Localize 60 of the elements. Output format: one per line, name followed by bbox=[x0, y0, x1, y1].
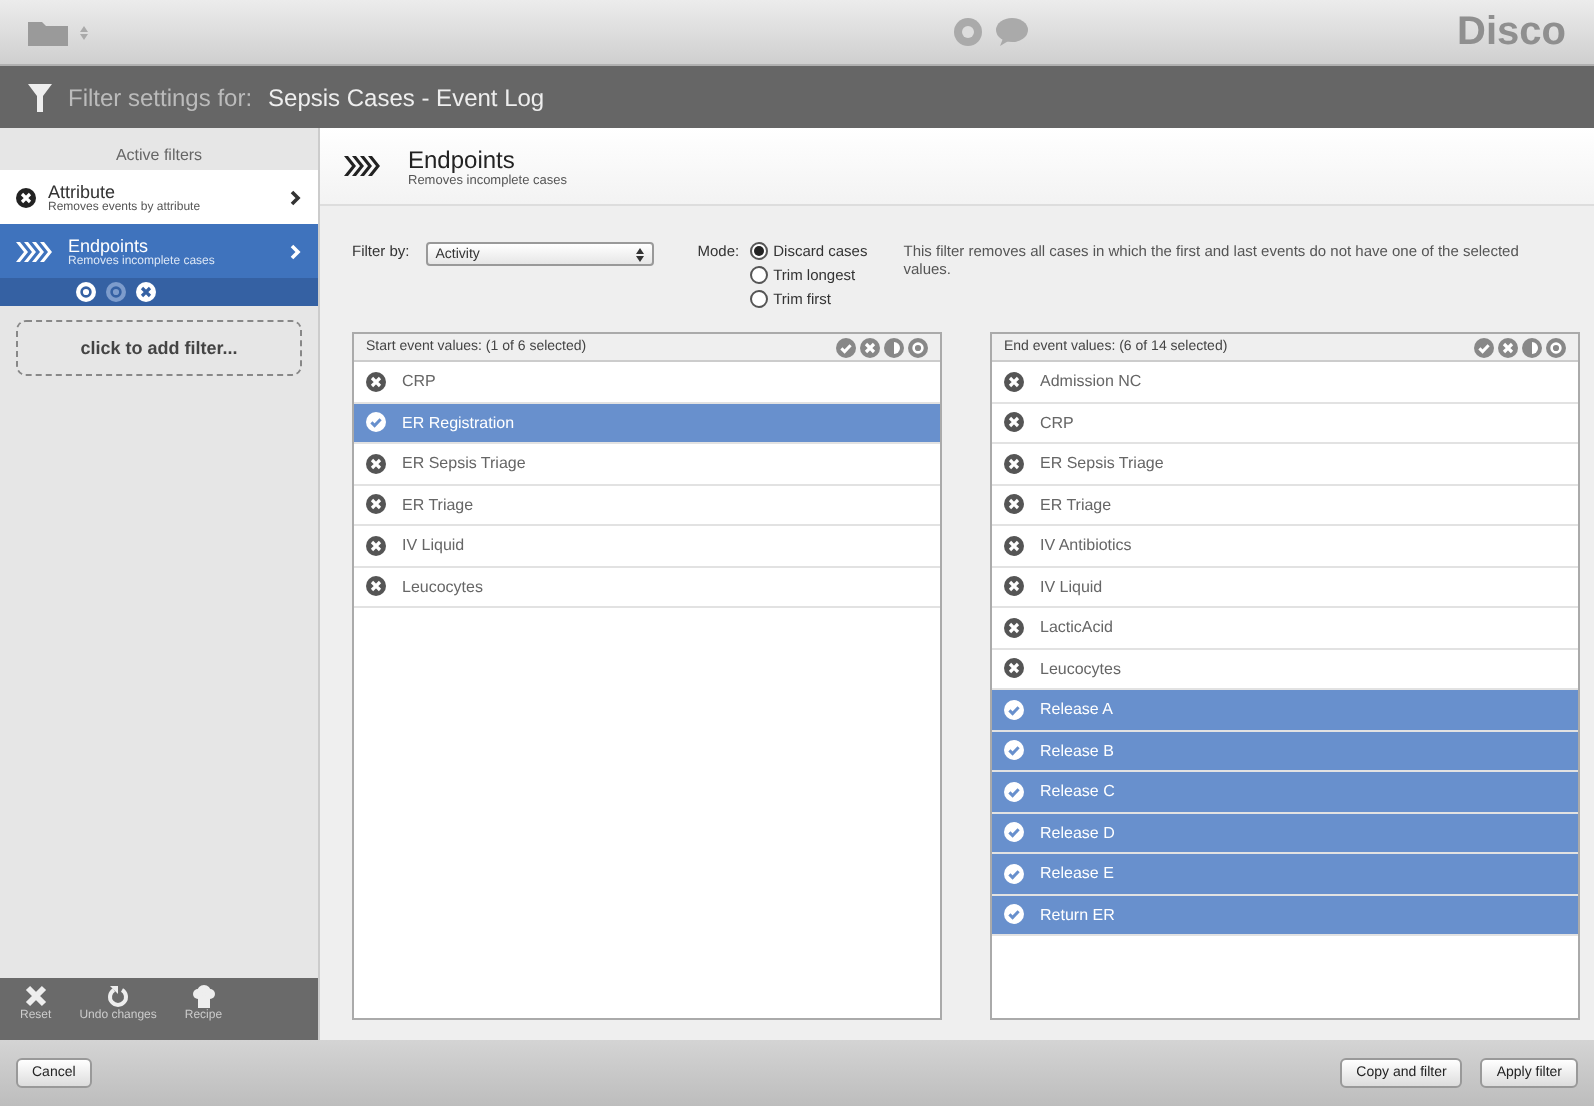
filter-title: Endpoints bbox=[408, 145, 517, 173]
check-icon bbox=[836, 337, 856, 357]
funnel-icon bbox=[28, 83, 52, 111]
value-item[interactable]: CRP bbox=[992, 403, 1578, 444]
sort-icon bbox=[80, 25, 88, 39]
check-icon bbox=[366, 412, 386, 433]
value-item[interactable]: Release A bbox=[992, 690, 1578, 731]
speech-bubble-icon[interactable] bbox=[996, 18, 1028, 46]
close-icon bbox=[366, 494, 386, 515]
close-icon bbox=[1498, 337, 1518, 357]
close-icon bbox=[1004, 617, 1024, 638]
value-item[interactable]: Release C bbox=[992, 772, 1578, 813]
header-label: Filter settings for: bbox=[68, 83, 253, 111]
check-icon bbox=[1004, 781, 1024, 802]
value-item[interactable]: Release D bbox=[992, 813, 1578, 854]
filter-name: Attribute bbox=[48, 181, 118, 201]
undo-icon bbox=[106, 984, 131, 1008]
close-icon bbox=[23, 984, 48, 1008]
check-icon bbox=[1004, 822, 1024, 843]
folder-icon[interactable] bbox=[28, 18, 68, 46]
value-item[interactable]: ER Registration bbox=[354, 403, 940, 444]
check-icon bbox=[1004, 699, 1024, 720]
chef-hat-icon bbox=[191, 984, 216, 1008]
close-icon bbox=[860, 337, 880, 357]
value-item[interactable]: Release B bbox=[992, 731, 1578, 772]
add-filter-button[interactable]: click to add filter... bbox=[16, 320, 302, 376]
check-icon bbox=[1004, 863, 1024, 884]
close-icon bbox=[1004, 658, 1024, 679]
remove-icon bbox=[16, 187, 36, 207]
close-icon bbox=[1004, 576, 1024, 597]
sort-icon bbox=[635, 247, 644, 261]
check-icon bbox=[1004, 740, 1024, 761]
close-icon bbox=[1004, 371, 1024, 392]
log-name: Sepsis Cases - Event Log bbox=[268, 83, 545, 111]
check-icon bbox=[1474, 337, 1494, 357]
chevrons-icon bbox=[16, 241, 56, 261]
value-item[interactable]: ER Triage bbox=[992, 485, 1578, 526]
invert-icon bbox=[884, 337, 904, 357]
chevrons-icon bbox=[344, 156, 384, 176]
close-icon bbox=[1004, 453, 1024, 474]
close-icon bbox=[366, 453, 386, 474]
value-item[interactable]: Release E bbox=[992, 854, 1578, 895]
value-item[interactable]: ER Triage bbox=[354, 485, 940, 526]
close-icon bbox=[366, 371, 386, 392]
brand-name: Disco bbox=[1457, 9, 1566, 55]
close-icon bbox=[366, 535, 386, 556]
value-item[interactable]: Leucocytes bbox=[354, 567, 940, 608]
chevron-icon bbox=[290, 243, 302, 259]
close-icon bbox=[366, 576, 386, 597]
close-icon bbox=[1004, 535, 1024, 556]
filter-name: Endpoints bbox=[68, 235, 149, 255]
invert-icon bbox=[1522, 337, 1542, 357]
value-item[interactable]: IV Liquid bbox=[992, 567, 1578, 608]
value-item[interactable]: Leucocytes bbox=[992, 649, 1578, 690]
close-icon bbox=[1004, 412, 1024, 433]
value-item[interactable]: Return ER bbox=[992, 895, 1578, 936]
sidebar-title: Active filters bbox=[113, 144, 205, 168]
check-icon bbox=[1004, 904, 1024, 925]
chevron-icon bbox=[290, 189, 302, 205]
close-icon bbox=[1004, 494, 1024, 515]
